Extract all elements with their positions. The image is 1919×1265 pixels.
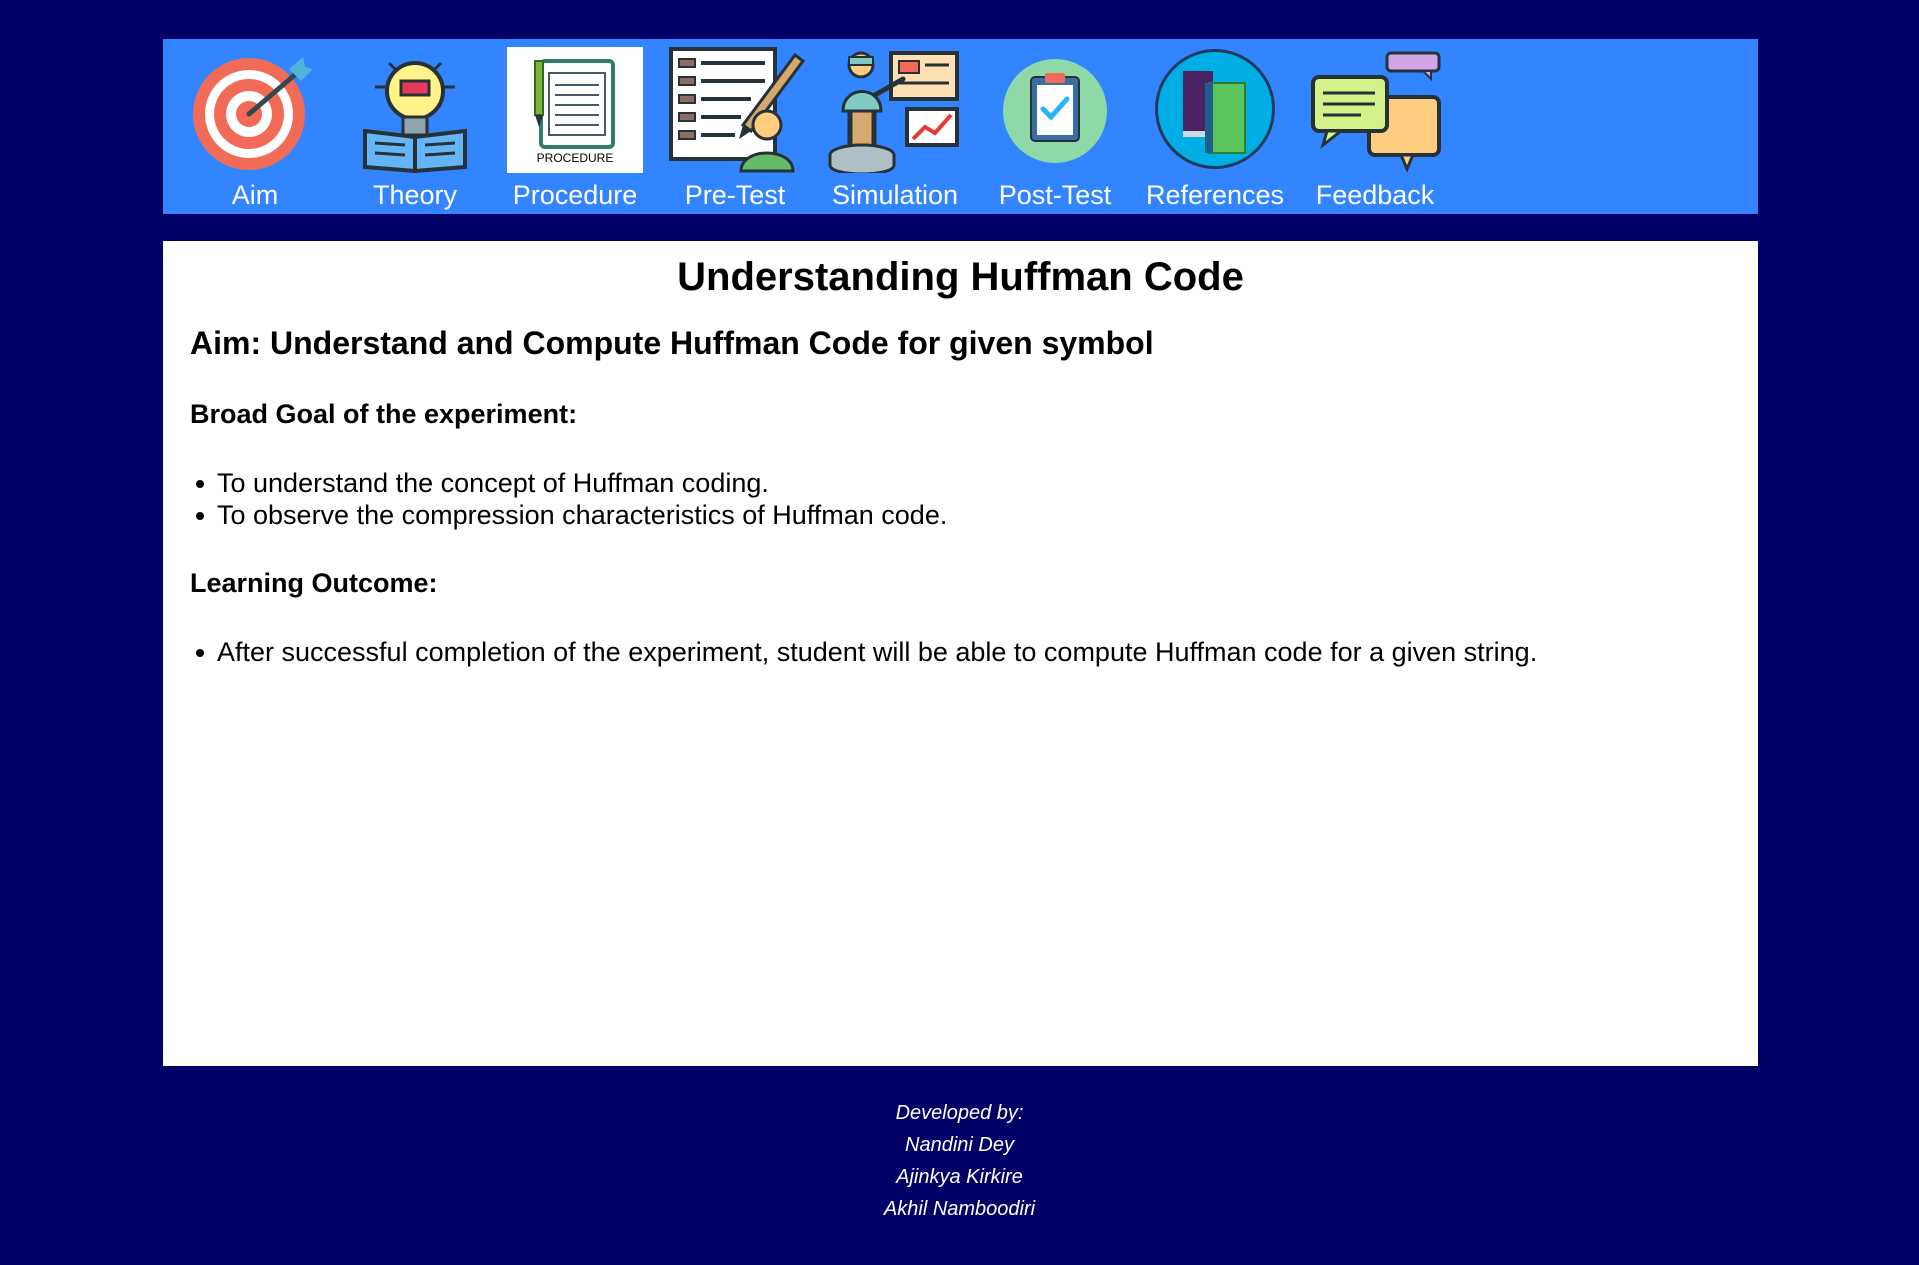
nav-label-theory: Theory [372,180,458,210]
developer-name: Akhil Namboodiri [883,1198,1036,1220]
target-arrow-icon [185,47,325,173]
nav-item-simulation[interactable]: Simulation [820,39,970,214]
developed-by-label: Developed by: [895,1102,1024,1124]
footer: Developed by: Nandini Dey Ajinkya Kirkir… [0,1097,1919,1225]
nav-label-simulation: Simulation [831,180,959,210]
test-sheet-pencil-icon [665,47,805,173]
nav-item-procedure[interactable]: PROCEDURE Procedure [500,39,650,214]
list-item: To understand the concept of Huffman cod… [195,467,947,499]
nav-item-feedback[interactable]: Feedback [1300,39,1450,214]
procedure-clipboard-icon: PROCEDURE [505,47,645,173]
list-item: After successful completion of the exper… [195,637,1538,667]
developer-name: Ajinkya Kirkire [896,1166,1023,1188]
navbar: Aim Theory PROCEDURE Procedure Pre-Test … [163,39,1758,214]
nav-label-aim: Aim [231,180,279,210]
presenter-chart-icon [825,47,965,173]
nav-label-post-test: Post-Test [998,180,1112,210]
chat-bubbles-icon [1305,47,1445,173]
nav-label-references: References [1145,180,1285,210]
nav-item-references[interactable]: References [1140,39,1290,214]
main-content: Understanding Huffman Code Aim: Understa… [163,241,1758,1066]
checklist-clipboard-icon [985,47,1125,173]
nav-label-feedback: Feedback [1315,180,1435,210]
developer-name: Nandini Dey [905,1134,1014,1156]
broad-goal-list: To understand the concept of Huffman cod… [195,467,948,531]
lightbulb-book-icon [345,47,485,173]
list-item: To observe the compression characteristi… [195,500,948,530]
procedure-icon-text: PROCEDURE [537,151,614,165]
nav-item-post-test[interactable]: Post-Test [980,39,1130,214]
learning-outcome-heading: Learning Outcome: [190,568,438,598]
aim-heading: Aim: Understand and Compute Huffman Code… [190,325,1154,361]
books-icon [1145,47,1285,173]
page-title: Understanding Huffman Code [677,255,1244,299]
nav-item-theory[interactable]: Theory [340,39,490,214]
nav-item-aim[interactable]: Aim [180,39,330,214]
nav-label-procedure: Procedure [512,180,638,210]
nav-item-pre-test[interactable]: Pre-Test [660,39,810,214]
nav-label-pre-test: Pre-Test [684,180,786,210]
broad-goal-heading: Broad Goal of the experiment: [190,399,578,429]
learning-outcome-list: After successful completion of the exper… [195,636,1538,668]
